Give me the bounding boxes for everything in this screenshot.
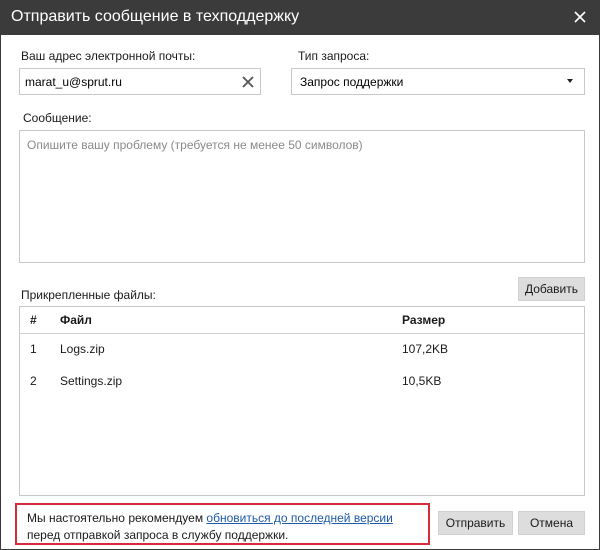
notice-text-after: перед отправкой запроса в службу поддерж… [27, 528, 289, 542]
row-file-size: 10,5KB [402, 374, 442, 388]
clear-email-button[interactable] [239, 73, 257, 91]
request-type-label: Тип запроса: [298, 49, 370, 63]
row-number: 2 [30, 374, 37, 388]
support-dialog: Отправить сообщение в техподдержку Ваш а… [0, 0, 600, 550]
table-header-divider [20, 333, 584, 334]
column-header-size: Размер [402, 313, 446, 327]
row-file-name: Logs.zip [60, 342, 105, 356]
send-button[interactable]: Отправить [438, 511, 513, 535]
dialog-title: Отправить сообщение в техподдержку [11, 8, 300, 25]
column-header-file: Файл [60, 313, 92, 327]
close-icon [574, 11, 586, 23]
message-label: Сообщение: [23, 111, 92, 125]
row-number: 1 [30, 342, 37, 356]
row-file-name: Settings.zip [60, 374, 123, 388]
row-file-size: 107,2KB [402, 342, 449, 356]
clear-icon [242, 76, 254, 88]
dropdown-arrow-icon [567, 79, 573, 83]
update-notice: Мы настоятельно рекомендуем обновиться д… [15, 503, 430, 545]
cancel-button[interactable]: Отмена [518, 511, 585, 535]
attachments-table: # Файл Размер 1 Logs.zip 107,2KB 2 Setti… [19, 306, 585, 496]
close-button[interactable] [569, 6, 591, 28]
notice-text-before: Мы настоятельно рекомендуем [27, 511, 207, 525]
column-header-number: # [30, 313, 37, 327]
add-file-button[interactable]: Добавить [518, 277, 585, 301]
attachments-label: Прикрепленные файлы: [21, 288, 156, 302]
request-type-select[interactable]: Запрос поддержки [291, 68, 585, 95]
email-label: Ваш адрес электронной почты: [21, 49, 196, 63]
message-textarea[interactable]: Опишите вашу проблему (требуется не мене… [19, 130, 585, 263]
update-link[interactable]: обновиться до последней версии [206, 511, 392, 525]
email-field[interactable]: marat_u@sprut.ru [19, 68, 261, 95]
title-bar: Отправить сообщение в техподдержку [1, 1, 599, 35]
